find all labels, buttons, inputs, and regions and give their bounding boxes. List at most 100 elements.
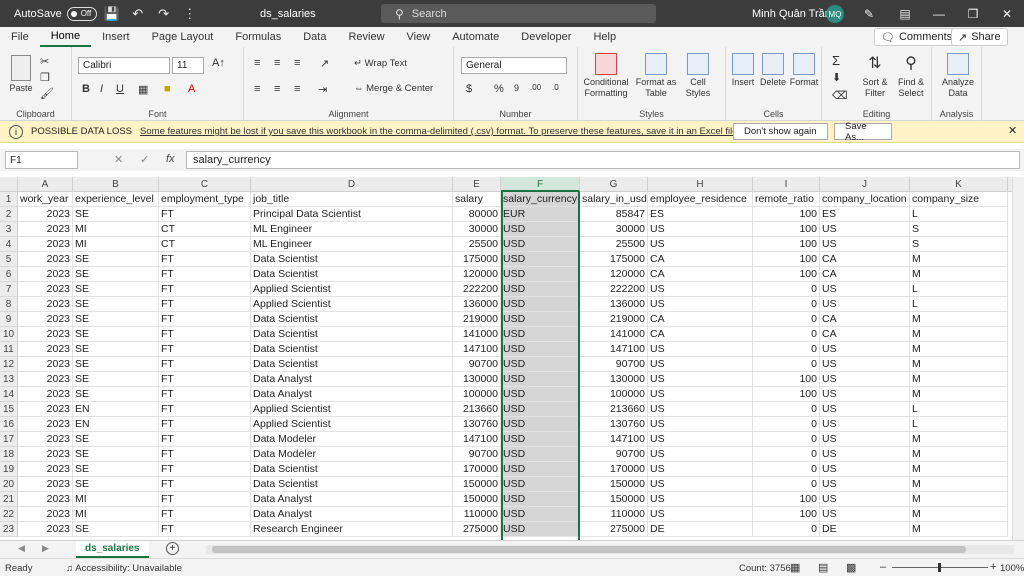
table-cell[interactable]: 100000	[453, 387, 501, 402]
table-cell[interactable]: ES	[648, 207, 753, 222]
table-cell[interactable]: 213660	[580, 402, 648, 417]
table-cell[interactable]: CA	[648, 312, 753, 327]
font-color-icon[interactable]: A	[188, 83, 195, 95]
table-cell[interactable]: USD	[501, 372, 580, 387]
save-icon[interactable]: 💾	[101, 0, 123, 27]
table-cell[interactable]: 0	[753, 327, 820, 342]
table-cell[interactable]: SE	[73, 432, 159, 447]
table-cell[interactable]: 2023	[18, 267, 73, 282]
table-cell[interactable]: USD	[501, 312, 580, 327]
table-cell[interactable]: 100	[753, 507, 820, 522]
table-cell[interactable]: Data Scientist	[251, 477, 453, 492]
table-cell[interactable]: 130760	[580, 417, 648, 432]
table-cell[interactable]: Applied Scientist	[251, 297, 453, 312]
header-cell[interactable]: company_size	[910, 192, 1008, 207]
table-cell[interactable]: 2023	[18, 387, 73, 402]
table-cell[interactable]: 2023	[18, 237, 73, 252]
formula-input[interactable]: salary_currency	[186, 151, 1020, 169]
file-title[interactable]: ds_salaries	[260, 0, 316, 27]
table-cell[interactable]: US	[820, 297, 910, 312]
orientation-icon[interactable]: ↗	[320, 57, 329, 70]
table-cell[interactable]: M	[910, 477, 1008, 492]
table-cell[interactable]: US	[648, 222, 753, 237]
table-cell[interactable]: 150000	[580, 492, 648, 507]
table-cell[interactable]: Data Analyst	[251, 387, 453, 402]
table-cell[interactable]: FT	[159, 492, 251, 507]
column-header-j[interactable]: J	[820, 177, 910, 192]
table-cell[interactable]: M	[910, 357, 1008, 372]
column-header-h[interactable]: H	[648, 177, 753, 192]
table-cell[interactable]: CA	[648, 267, 753, 282]
table-cell[interactable]: 2023	[18, 462, 73, 477]
row-header[interactable]: 1	[0, 192, 18, 207]
table-cell[interactable]: 2023	[18, 207, 73, 222]
column-header-i[interactable]: I	[753, 177, 820, 192]
table-cell[interactable]: US	[648, 417, 753, 432]
user-name[interactable]: Minh Quân Trần	[752, 0, 831, 27]
table-cell[interactable]: 0	[753, 282, 820, 297]
table-cell[interactable]: SE	[73, 282, 159, 297]
format-cells-button[interactable]: Format	[788, 53, 820, 88]
table-cell[interactable]: 0	[753, 477, 820, 492]
row-header[interactable]: 22	[0, 507, 18, 522]
table-cell[interactable]: USD	[501, 282, 580, 297]
table-cell[interactable]: L	[910, 297, 1008, 312]
table-cell[interactable]: FT	[159, 417, 251, 432]
zoom-out-icon[interactable]: –	[880, 561, 886, 573]
table-cell[interactable]: 100	[753, 237, 820, 252]
table-cell[interactable]: DE	[820, 522, 910, 537]
table-cell[interactable]: 147100	[580, 432, 648, 447]
table-cell[interactable]: 222200	[453, 282, 501, 297]
prev-sheet-icon[interactable]: ◀	[18, 543, 25, 554]
search-box[interactable]: ⚲ Search	[381, 4, 656, 23]
header-cell[interactable]: employment_type	[159, 192, 251, 207]
column-header-e[interactable]: E	[453, 177, 501, 192]
table-cell[interactable]: 100	[753, 267, 820, 282]
table-cell[interactable]: FT	[159, 387, 251, 402]
table-cell[interactable]: S	[910, 237, 1008, 252]
table-cell[interactable]: Data Scientist	[251, 327, 453, 342]
enter-icon[interactable]: ✓	[140, 153, 149, 166]
autosum-icon[interactable]: Σ	[832, 53, 840, 68]
table-cell[interactable]: 2023	[18, 402, 73, 417]
tab-review[interactable]: Review	[337, 27, 395, 47]
table-cell[interactable]: 136000	[580, 297, 648, 312]
table-cell[interactable]: 0	[753, 402, 820, 417]
table-cell[interactable]: 147100	[453, 342, 501, 357]
table-cell[interactable]: 100	[753, 207, 820, 222]
table-cell[interactable]: SE	[73, 297, 159, 312]
table-cell[interactable]: USD	[501, 432, 580, 447]
table-cell[interactable]: 0	[753, 522, 820, 537]
comma-icon[interactable]: 9	[514, 83, 519, 93]
table-cell[interactable]: 136000	[453, 297, 501, 312]
table-cell[interactable]: US	[820, 342, 910, 357]
table-cell[interactable]: US	[820, 372, 910, 387]
table-cell[interactable]: US	[648, 447, 753, 462]
table-cell[interactable]: 130000	[580, 372, 648, 387]
table-cell[interactable]: L	[910, 417, 1008, 432]
table-cell[interactable]: Principal Data Scientist	[251, 207, 453, 222]
fill-icon[interactable]: ⬇	[832, 71, 841, 84]
table-cell[interactable]: USD	[501, 237, 580, 252]
table-cell[interactable]: 0	[753, 342, 820, 357]
font-size-dropdown[interactable]: 11	[172, 57, 204, 74]
table-cell[interactable]: SE	[73, 387, 159, 402]
underline-icon[interactable]: U	[116, 83, 124, 95]
cancel-icon[interactable]: ✕	[114, 153, 123, 166]
merge-center-button[interactable]: ⇔ Merge & Center	[354, 83, 433, 94]
table-cell[interactable]: CA	[820, 312, 910, 327]
row-header[interactable]: 6	[0, 267, 18, 282]
table-cell[interactable]: MI	[73, 492, 159, 507]
table-cell[interactable]: USD	[501, 327, 580, 342]
table-cell[interactable]: Data Scientist	[251, 357, 453, 372]
align-right-icon[interactable]: ≡	[294, 83, 300, 95]
table-cell[interactable]: 2023	[18, 432, 73, 447]
table-cell[interactable]: FT	[159, 327, 251, 342]
column-header-d[interactable]: D	[251, 177, 453, 192]
header-cell[interactable]: salary_currency	[501, 192, 580, 207]
table-cell[interactable]: USD	[501, 297, 580, 312]
table-cell[interactable]: Data Scientist	[251, 252, 453, 267]
ribbon-display-icon[interactable]: ▤	[888, 0, 922, 27]
table-cell[interactable]: M	[910, 522, 1008, 537]
table-cell[interactable]: Data Analyst	[251, 507, 453, 522]
